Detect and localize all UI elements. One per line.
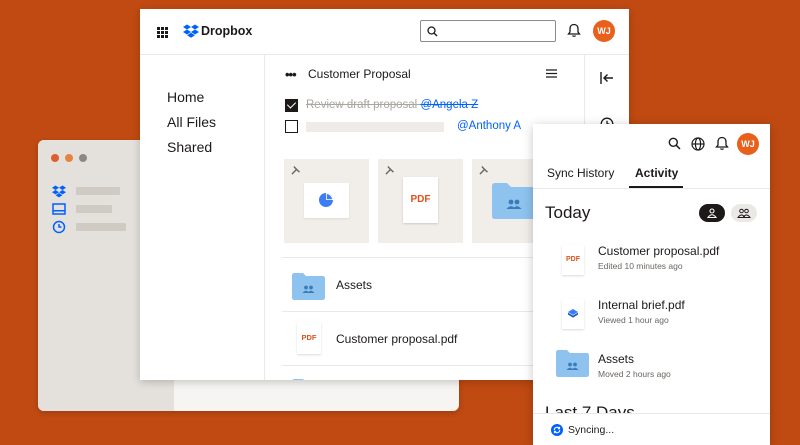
people-icon xyxy=(737,208,751,218)
bell-icon[interactable] xyxy=(715,136,729,151)
task-item: @Anthony A xyxy=(285,119,575,135)
dropbox-file-icon xyxy=(562,299,584,329)
dropbox-icon xyxy=(52,185,66,198)
pdf-icon: PDF xyxy=(297,322,321,354)
dropbox-logo-icon xyxy=(183,24,199,38)
document-header: ••• Customer Proposal xyxy=(265,55,585,92)
task-mention[interactable]: @Anthony A xyxy=(457,120,521,132)
sync-status-bar: Syncing... xyxy=(533,413,770,445)
document-title: Customer Proposal xyxy=(308,67,411,81)
nav-item-home[interactable]: Home xyxy=(167,89,204,105)
pdf-icon: PDF xyxy=(562,245,584,275)
window-icon xyxy=(52,203,66,215)
search-input[interactable] xyxy=(443,23,551,39)
left-nav: Home All Files Shared xyxy=(140,55,264,380)
maximize-dot[interactable] xyxy=(79,154,87,162)
task-placeholder xyxy=(306,122,444,132)
pie-chart-icon xyxy=(319,193,333,207)
activity-meta: Moved 2 hours ago xyxy=(598,369,671,379)
collapse-panel-icon[interactable] xyxy=(600,72,614,84)
task-checkbox[interactable] xyxy=(285,99,298,112)
person-filter-button[interactable] xyxy=(699,204,725,222)
search-icon xyxy=(427,26,438,37)
menu-icon[interactable] xyxy=(546,69,557,78)
file-name: Assets xyxy=(336,278,373,292)
nav-item-shared[interactable]: Shared xyxy=(167,139,212,155)
pin-icon[interactable] xyxy=(384,165,395,176)
top-bar: Dropbox WJ xyxy=(140,9,629,55)
tab-sync-history[interactable]: Sync History xyxy=(547,166,614,180)
activity-file-name: Internal brief.pdf xyxy=(598,298,685,312)
clock-icon xyxy=(52,220,66,234)
tabs-divider xyxy=(533,188,770,189)
bell-icon[interactable] xyxy=(567,23,581,38)
pin-icon[interactable] xyxy=(290,165,301,176)
folder-icon xyxy=(292,379,304,380)
task-label: Review draft proposal xyxy=(306,99,418,111)
activity-file-name: Assets xyxy=(598,352,635,366)
more-options-icon[interactable]: ••• xyxy=(285,67,297,82)
avatar[interactable]: WJ xyxy=(737,133,759,155)
person-icon xyxy=(707,208,717,218)
activity-item[interactable]: Internal brief.pdf Viewed 1 hour ago xyxy=(554,296,754,336)
activity-item[interactable]: PDF Customer proposal.pdf Edited 10 minu… xyxy=(554,242,754,282)
globe-icon[interactable] xyxy=(691,137,705,151)
sync-icon xyxy=(551,424,563,436)
chart-thumbnail xyxy=(304,183,349,218)
pin-icon[interactable] xyxy=(478,165,489,176)
sync-status-text: Syncing... xyxy=(568,424,615,436)
pinned-tile[interactable] xyxy=(472,159,536,243)
activity-file-name: Customer proposal.pdf xyxy=(598,244,720,258)
app-grid-icon[interactable] xyxy=(157,27,168,38)
shared-folder-icon xyxy=(292,273,325,300)
pdf-icon: PDF xyxy=(403,177,438,223)
activity-item[interactable]: Assets Moved 2 hours ago xyxy=(554,350,754,390)
people-filter-button[interactable] xyxy=(731,204,757,222)
dropbox-mark xyxy=(568,309,578,318)
avatar[interactable]: WJ xyxy=(593,20,615,42)
pinned-tile[interactable]: PDF xyxy=(378,159,463,243)
search-icon[interactable] xyxy=(668,137,681,150)
close-dot[interactable] xyxy=(51,154,59,162)
pinned-tile[interactable] xyxy=(284,159,369,243)
activity-meta: Edited 10 minutes ago xyxy=(598,261,683,271)
activity-meta: Viewed 1 hour ago xyxy=(598,315,669,325)
minimize-dot[interactable] xyxy=(65,154,73,162)
file-name: Customer proposal.pdf xyxy=(336,332,458,346)
shared-folder-icon xyxy=(492,183,536,219)
nav-item-all-files[interactable]: All Files xyxy=(167,114,216,130)
task-item: Review draft proposal @Angela Z xyxy=(285,98,575,114)
tab-activity[interactable]: Activity xyxy=(635,166,678,180)
shared-folder-icon xyxy=(556,350,589,377)
task-mention[interactable]: @Angela Z xyxy=(420,99,478,111)
task-checkbox[interactable] xyxy=(285,120,298,133)
task-text: Review draft proposal @Angela Z xyxy=(306,99,478,111)
activity-panel: WJ Sync History Activity Today PDF Custo… xyxy=(533,124,770,445)
search-field[interactable] xyxy=(420,20,556,42)
brand-name: Dropbox xyxy=(201,24,253,38)
today-heading: Today xyxy=(545,203,591,222)
